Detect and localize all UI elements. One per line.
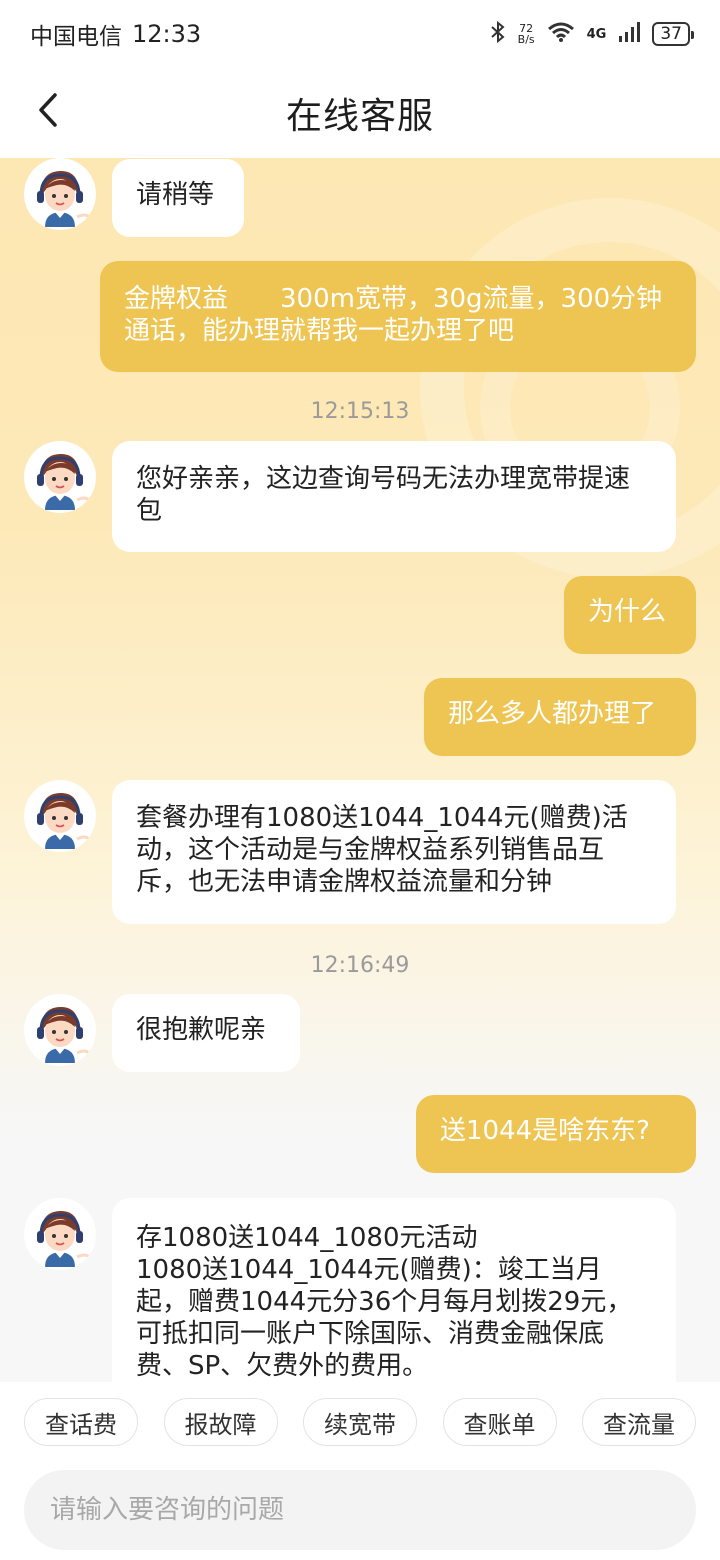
status-left: 中国电信 12:33 xyxy=(30,17,201,51)
chevron-left-icon xyxy=(36,92,60,132)
message-timestamp: 12:16:49 xyxy=(310,953,410,978)
message-input-box[interactable] xyxy=(24,1470,696,1550)
status-right: 72 B/s 4G 37 xyxy=(490,20,694,49)
quick-action-check-bill[interactable]: 查账单 xyxy=(442,1398,557,1446)
status-time: 12:33 xyxy=(132,20,202,48)
chat-area[interactable]: 请稍等 金牌权益 300m宽带，30g流量，300分钟通话，能办理就帮我一起办理… xyxy=(0,158,720,1382)
agent-message-bubble: 套餐办理有1080送1044_1044元(赠费)活动，这个活动是与金牌权益系列销… xyxy=(112,780,676,924)
bluetooth-icon xyxy=(490,20,506,49)
agent-avatar[interactable] xyxy=(24,158,96,230)
network-type: 4G xyxy=(586,26,607,42)
agent-message-bubble: 请稍等 xyxy=(112,159,244,237)
page-title: 在线客服 xyxy=(285,96,434,137)
user-message-bubble: 那么多人都办理了 xyxy=(424,678,696,756)
support-agent-avatar-icon xyxy=(37,793,91,849)
user-message-bubble: 送1044是啥东东? xyxy=(416,1095,696,1173)
net-speed: 72 B/s xyxy=(518,23,535,45)
agent-avatar[interactable] xyxy=(24,1198,96,1270)
quick-action-check-data[interactable]: 查流量 xyxy=(582,1398,696,1446)
support-agent-avatar-icon xyxy=(37,1007,91,1063)
quick-action-check-balance[interactable]: 查话费 xyxy=(24,1398,138,1446)
quick-action-renew-broadband[interactable]: 续宽带 xyxy=(303,1398,417,1446)
agent-avatar[interactable] xyxy=(24,780,96,852)
agent-avatar[interactable] xyxy=(24,441,96,513)
agent-message-bubble: 很抱歉呢亲 xyxy=(112,994,300,1072)
agent-message-bubble: 您好亲亲，这边查询号码无法办理宽带提速包 xyxy=(112,441,676,552)
net-speed-unit: B/s xyxy=(517,33,535,46)
user-message-bubble: 为什么 xyxy=(564,576,696,654)
back-button[interactable] xyxy=(24,88,72,136)
status-bar: 中国电信 12:33 72 B/s 4G 37 xyxy=(0,0,720,68)
quick-action-bar: 查话费 报故障 续宽带 查账单 查流量 xyxy=(24,1398,696,1448)
wifi-icon xyxy=(547,21,575,48)
user-message-bubble: 金牌权益 300m宽带，30g流量，300分钟通话，能办理就帮我一起办理了吧 xyxy=(100,261,696,372)
agent-avatar[interactable] xyxy=(24,994,96,1066)
nav-bar: 在线客服 xyxy=(0,68,720,158)
bottom-panel: 查话费 报故障 续宽带 查账单 查流量 xyxy=(0,1382,720,1560)
message-timestamp: 12:15:13 xyxy=(310,399,410,424)
carrier-label: 中国电信 xyxy=(30,24,122,50)
quick-action-report-fault[interactable]: 报故障 xyxy=(163,1398,278,1446)
message-input[interactable] xyxy=(50,1495,670,1525)
support-agent-avatar-icon xyxy=(37,1211,91,1267)
support-agent-avatar-icon xyxy=(37,454,91,510)
agent-message-bubble: 存1080送1044_1080元活动 1080送1044_1044元(赠费)：竣… xyxy=(112,1198,676,1382)
battery-indicator: 37 xyxy=(652,22,694,46)
support-agent-avatar-icon xyxy=(37,171,91,227)
signal-icon xyxy=(618,21,641,48)
